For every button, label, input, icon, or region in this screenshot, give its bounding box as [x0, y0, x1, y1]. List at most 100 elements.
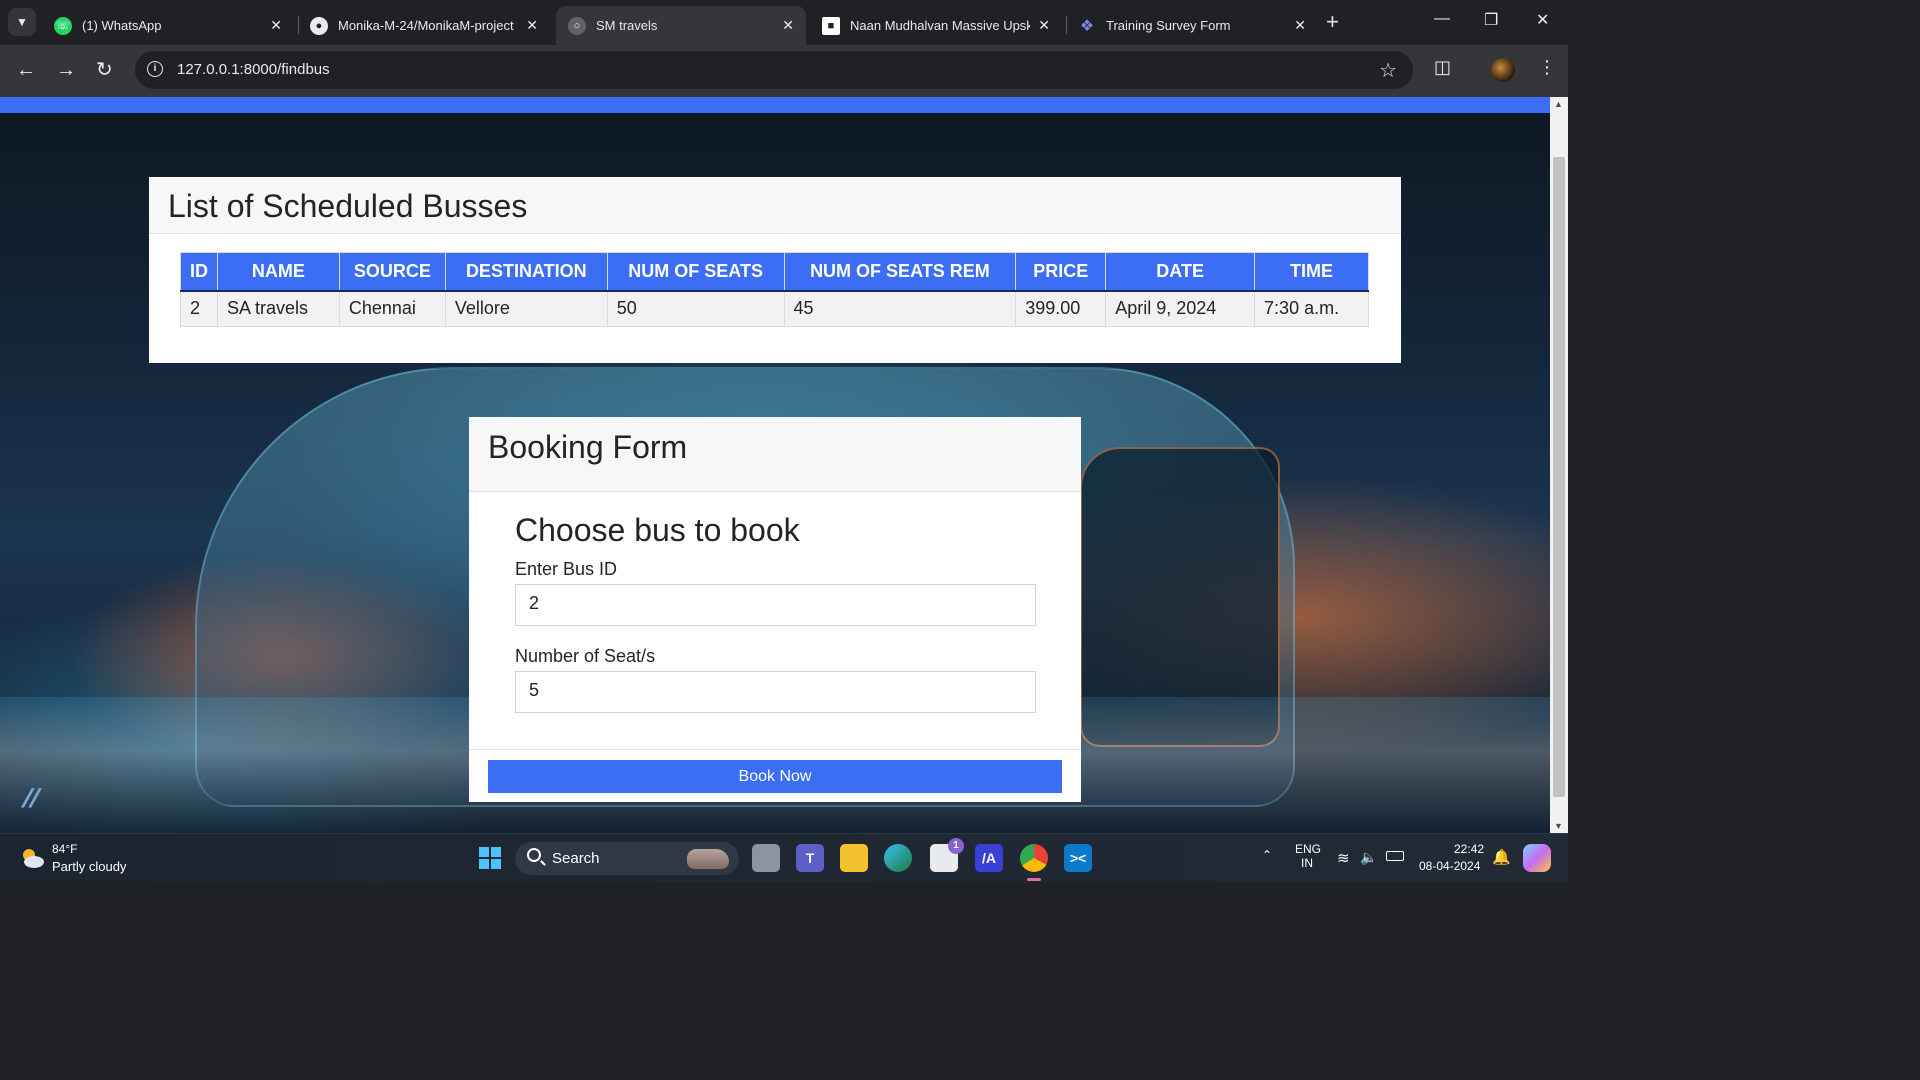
language-region: IN — [1301, 856, 1313, 870]
language-indicator[interactable]: ENG IN — [1295, 842, 1321, 870]
teams-icon[interactable]: T — [796, 844, 824, 872]
app-icon[interactable]: /A — [975, 844, 1003, 872]
search-icon — [527, 848, 541, 862]
battery-icon[interactable] — [1386, 851, 1404, 861]
minimize-button[interactable]: — — [1434, 10, 1450, 28]
url-text[interactable]: 127.0.0.1:8000/findbus — [177, 61, 330, 78]
clock-time: 22:42 — [1453, 842, 1484, 856]
close-icon[interactable]: ✕ — [526, 17, 538, 34]
tab-sm-travels[interactable]: ○ SM travels ✕ — [556, 6, 806, 45]
back-button[interactable]: ← — [16, 59, 36, 81]
language-code: ENG — [1295, 842, 1322, 856]
new-tab-button[interactable]: + — [1326, 10, 1339, 34]
page-scrollbar[interactable]: ▲ ▼ — [1550, 97, 1568, 833]
tab-title: (1) WhatsApp — [82, 18, 162, 33]
show-hidden-icons-chevron-icon[interactable]: ⌃ — [1262, 848, 1272, 862]
tab-github[interactable]: ● Monika-M-24/MonikaM-project ✕ — [298, 6, 550, 45]
tab-title: Training Survey Form — [1106, 18, 1231, 33]
address-bar[interactable]: i 127.0.0.1:8000/findbus ☆ — [135, 51, 1413, 89]
close-icon[interactable]: ✕ — [1038, 17, 1050, 34]
column-header: TIME — [1254, 252, 1369, 292]
windows-taskbar: 84°F Partly cloudy Search T 1 /A >< ⌃ EN… — [0, 833, 1568, 882]
cell-source: Chennai — [338, 290, 446, 327]
task-view-icon[interactable] — [752, 844, 780, 872]
scroll-down-arrow-icon[interactable]: ▼ — [1554, 821, 1563, 831]
edge-browser-icon[interactable] — [884, 844, 912, 872]
whatsapp-icon: ☏ — [54, 16, 72, 35]
vscode-icon[interactable]: >< — [1064, 844, 1092, 872]
partly-cloudy-icon[interactable] — [18, 844, 46, 872]
close-icon[interactable]: ✕ — [270, 17, 282, 34]
scroll-thumb[interactable] — [1553, 157, 1565, 797]
column-header: SOURCE — [338, 252, 446, 292]
tab-title: SM travels — [596, 18, 658, 33]
bus-schedule-table: ID NAME SOURCE DESTINATION NUM OF SEATS … — [180, 252, 1369, 327]
microsoft-store-icon[interactable]: 1 — [930, 838, 964, 872]
scroll-up-arrow-icon[interactable]: ▲ — [1554, 99, 1563, 109]
tab-whatsapp[interactable]: ☏ (1) WhatsApp ✕ — [42, 6, 294, 45]
file-explorer-icon[interactable] — [840, 844, 868, 872]
clock[interactable]: 22:42 — [1446, 842, 1484, 856]
tab-training-survey[interactable]: ❖ Training Survey Form ✕ — [1066, 6, 1318, 45]
tab-title: Naan Mudhalvan Massive Upskil — [850, 18, 1031, 33]
search-highlight-image — [687, 849, 729, 869]
scheduled-busses-card: List of Scheduled Busses ID NAME SOURCE … — [149, 177, 1401, 363]
tab-title: Monika-M-24/MonikaM-project — [338, 18, 514, 33]
column-header: PRICE — [1015, 252, 1107, 292]
globe-icon: ○ — [568, 16, 586, 35]
booking-form-card: Booking Form Choose bus to book Enter Bu… — [469, 417, 1081, 802]
weather-temperature[interactable]: 84°F — [52, 842, 77, 856]
cell-seats-remaining: 45 — [783, 290, 1017, 327]
menu-kebab-icon[interactable]: ⋮ — [1538, 57, 1556, 78]
cell-name: SA travels — [216, 290, 340, 327]
card-footer: Book Now — [469, 749, 1081, 802]
column-header: DATE — [1105, 252, 1256, 292]
active-app-indicator — [1027, 878, 1041, 881]
extensions-icon[interactable]: ◫ — [1434, 57, 1451, 78]
weather-description[interactable]: Partly cloudy — [52, 859, 126, 874]
book-now-button[interactable]: Book Now — [488, 760, 1062, 793]
survey-icon: ❖ — [1079, 17, 1095, 35]
bookmark-star-icon[interactable]: ☆ — [1379, 58, 1397, 83]
column-header: NUM OF SEATS REM — [783, 252, 1017, 292]
card-heading: Booking Form — [469, 417, 1081, 492]
tab-search-button[interactable]: ▼ — [8, 8, 36, 36]
taskbar-search-box[interactable]: Search — [515, 842, 739, 875]
cell-num-seats: 50 — [606, 290, 785, 327]
seats-label: Number of Seat/s — [515, 646, 656, 666]
window-close-button[interactable]: ✕ — [1536, 10, 1549, 30]
column-header: DESTINATION — [444, 252, 608, 292]
form-subheading: Choose bus to book — [515, 512, 800, 548]
cell-time: 7:30 a.m. — [1254, 290, 1369, 327]
close-icon[interactable]: ✕ — [782, 17, 794, 34]
site-info-icon[interactable]: i — [147, 61, 163, 77]
cell-id: 2 — [180, 290, 218, 327]
seats-input[interactable]: 5 — [515, 671, 1036, 713]
github-icon: ● — [310, 16, 328, 35]
speaker-muted-icon[interactable]: 🔈 — [1360, 849, 1377, 866]
bus-id-label: Enter Bus ID — [515, 559, 618, 579]
chrome-icon[interactable] — [1020, 844, 1048, 872]
column-header: ID — [180, 252, 218, 292]
clock-date[interactable]: 08-04-2024 — [1419, 859, 1480, 873]
forward-button[interactable]: → — [56, 59, 76, 81]
wifi-icon[interactable]: ≋ — [1337, 849, 1350, 867]
notification-bell-icon[interactable]: 🔔 — [1492, 848, 1511, 866]
bus-id-input[interactable]: 2 — [515, 584, 1036, 626]
profile-avatar[interactable] — [1491, 58, 1515, 82]
browser-toolbar: ← → ↻ i 127.0.0.1:8000/findbus ☆ ◫ ⋮ — [0, 45, 1568, 97]
cell-date: April 9, 2024 — [1105, 290, 1256, 327]
card-heading: List of Scheduled Busses — [149, 177, 1401, 234]
restore-button[interactable]: ❐ — [1484, 10, 1498, 30]
windows-start-icon[interactable] — [476, 844, 504, 872]
top-nav-bar — [0, 97, 1550, 113]
column-header: NUM OF SEATS — [606, 252, 785, 292]
reload-button[interactable]: ↻ — [96, 59, 113, 81]
page-viewport: // List of Scheduled Busses ID NAME SOUR… — [0, 97, 1568, 833]
column-header: NAME — [216, 252, 340, 292]
copilot-icon[interactable] — [1523, 844, 1551, 872]
close-icon[interactable]: ✕ — [1294, 17, 1306, 34]
naan-mudhalvan-icon: ■ — [822, 16, 840, 35]
tab-naan-mudhalvan[interactable]: ■ Naan Mudhalvan Massive Upskil ✕ — [810, 6, 1062, 45]
table-header-row: ID NAME SOURCE DESTINATION NUM OF SEATS … — [180, 252, 1369, 292]
